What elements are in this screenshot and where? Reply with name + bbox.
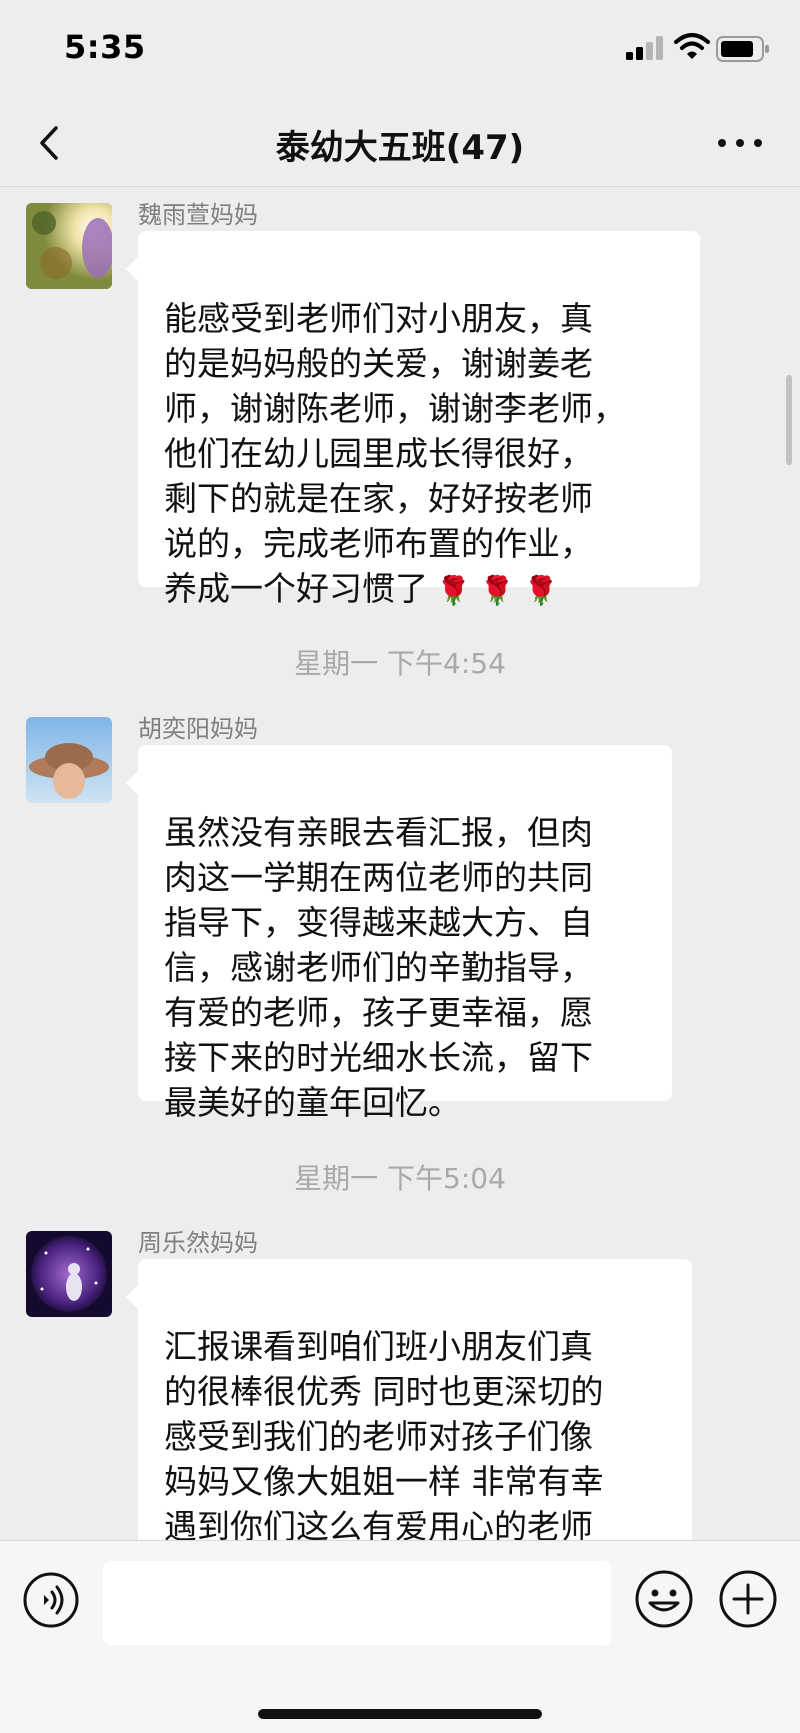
chat-message-list[interactable]: 魏雨萱妈妈 能感受到老师们对小朋友，真 的是妈妈般的关爱，谢谢姜老 师，谢谢陈老…	[0, 187, 800, 1540]
timestamp: 星期一 下午4:54	[294, 647, 506, 680]
cellular-signal-icon	[626, 36, 663, 60]
avatar[interactable]	[26, 1231, 112, 1317]
ellipsis-icon[interactable]	[712, 120, 768, 166]
message-bubble[interactable]: 汇报课看到咱们班小朋友们真 的很棒很优秀 同时也更深切的 感受到我们的老师对孩子…	[126, 1259, 692, 1540]
message-bubble[interactable]: 虽然没有亲眼去看汇报，但肉 肉这一学期在两位老师的共同 指导下，变得越来越大方、…	[126, 745, 672, 1122]
nav-bar: 泰幼大五班(47)	[0, 100, 800, 187]
wifi-icon	[674, 33, 710, 59]
home-indicator[interactable]	[258, 1709, 542, 1719]
status-time: 5:35	[64, 28, 146, 66]
avatar[interactable]	[26, 717, 112, 803]
smiley-icon[interactable]	[634, 1569, 694, 1629]
voice-icon[interactable]	[22, 1571, 80, 1629]
battery-icon	[716, 36, 769, 62]
chat-message: 魏雨萱妈妈 能感受到老师们对小朋友，真 的是妈妈般的关爱，谢谢姜老 师，谢谢陈老…	[0, 187, 800, 608]
message-text: 汇报课看到咱们班小朋友们真 的很棒很优秀 同时也更深切的 感受到我们的老师对孩子…	[164, 1327, 604, 1540]
timestamp: 星期一 下午5:04	[294, 1162, 506, 1195]
message-bubble[interactable]: 能感受到老师们对小朋友，真 的是妈妈般的关爱，谢谢姜老 师，谢谢陈老师，谢谢李老…	[126, 231, 700, 608]
chat-title: 泰幼大五班(47)	[275, 128, 525, 168]
chat-message: 胡奕阳妈妈 虽然没有亲眼去看汇报，但肉 肉这一学期在两位老师的共同 指导下，变得…	[0, 701, 800, 1122]
avatar[interactable]	[26, 203, 112, 289]
scrollbar-thumb[interactable]	[786, 375, 792, 465]
message-text: 虽然没有亲眼去看汇报，但肉 肉这一学期在两位老师的共同 指导下，变得越来越大方、…	[164, 813, 593, 1122]
sender-name: 周乐然妈妈	[138, 1229, 258, 1257]
plus-icon[interactable]	[718, 1569, 778, 1629]
message-input[interactable]	[103, 1561, 611, 1645]
sender-name: 魏雨萱妈妈	[138, 201, 258, 229]
chat-message: 周乐然妈妈 汇报课看到咱们班小朋友们真 的很棒很优秀 同时也更深切的 感受到我们…	[0, 1215, 800, 1540]
message-input-bar	[0, 1540, 800, 1733]
status-bar: 5:35	[0, 0, 800, 100]
rose-emoji: 🌹 🌹 🌹	[436, 574, 559, 607]
sender-name: 胡奕阳妈妈	[138, 715, 258, 743]
message-text: 能感受到老师们对小朋友，真 的是妈妈般的关爱，谢谢姜老 师，谢谢陈老师，谢谢李老…	[164, 299, 626, 608]
